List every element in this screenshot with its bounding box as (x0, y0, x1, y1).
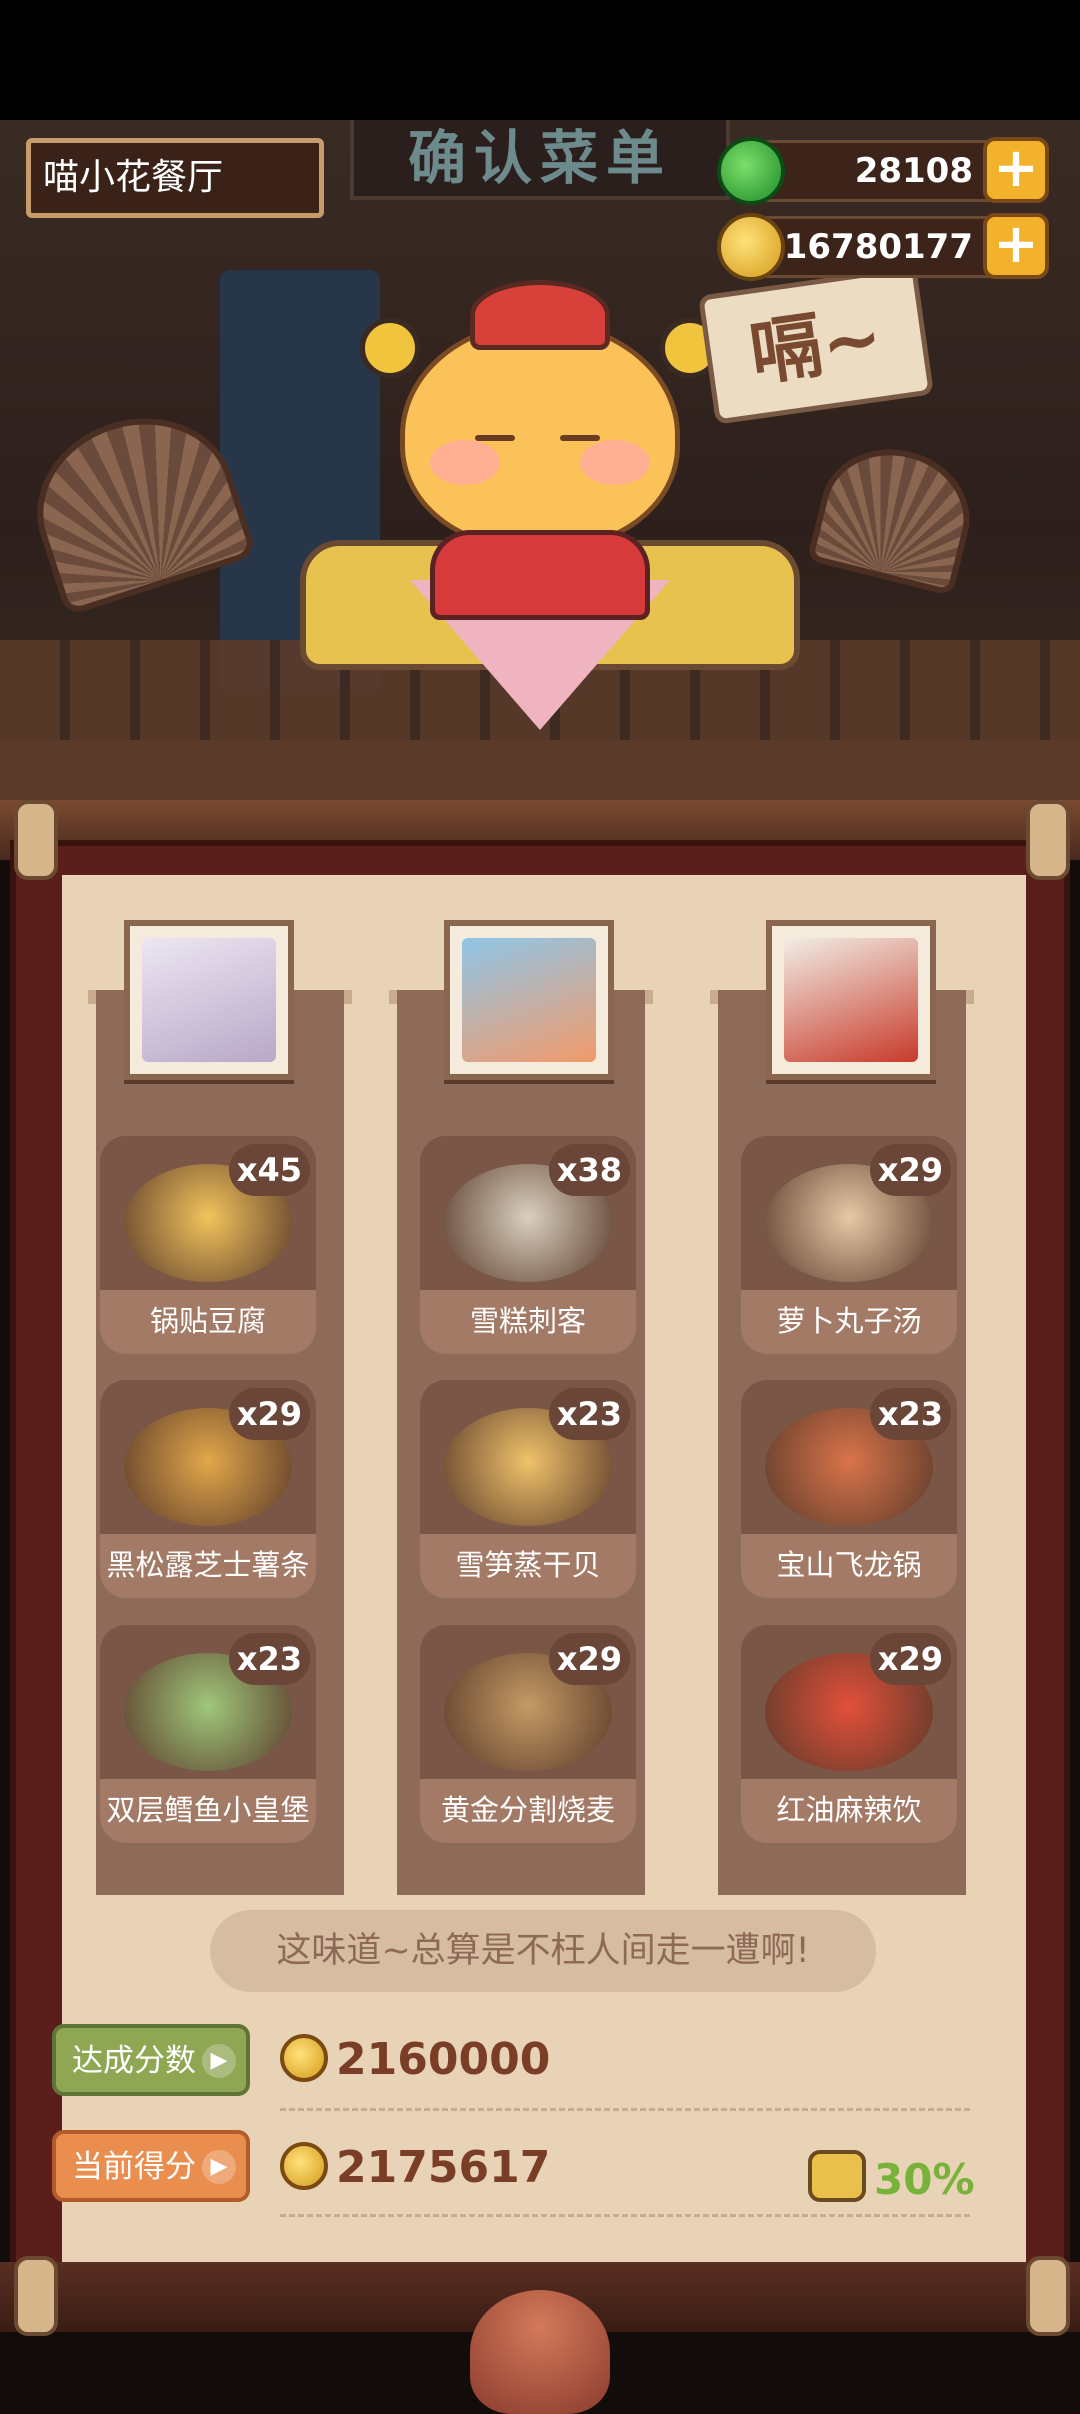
dish-card[interactable]: x45 锅贴豆腐 (100, 1136, 316, 1354)
restaurant-name-box[interactable]: 喵小花餐厅 (26, 138, 324, 218)
menu-sign: 确认菜单 (350, 120, 730, 200)
bonus-percent: 30% (874, 2155, 975, 2204)
add-coins-button[interactable]: + (983, 213, 1049, 279)
status-bar (0, 0, 1080, 120)
mascot-head (400, 320, 680, 550)
dish-quantity: x23 (228, 1633, 310, 1685)
dish-name: 双层鳕鱼小皇堡 (100, 1779, 316, 1843)
dish-card[interactable]: x29 黄金分割烧麦 (420, 1625, 636, 1843)
mascot-cheek (430, 440, 500, 485)
dish-card[interactable]: x38 雪糕刺客 (420, 1136, 636, 1354)
current-score-tag: 当前得分 ▶ (52, 2130, 250, 2202)
chevron-right-icon: ▶ (202, 2044, 236, 2078)
restaurant-name: 喵小花餐厅 (43, 157, 224, 198)
character-portrait[interactable] (124, 920, 294, 1080)
dish-card[interactable]: x29 红油麻辣饮 (741, 1625, 957, 1843)
jade-counter: 28108 + (717, 137, 1049, 205)
dish-name: 红油麻辣饮 (741, 1779, 957, 1843)
dish-card[interactable]: x23 雪笋蒸干贝 (420, 1380, 636, 1598)
character-portrait-silver-hair (142, 938, 276, 1062)
jade-value: 28108 (854, 151, 973, 191)
tassel-ornament-icon (470, 2290, 610, 2414)
comment-text: 这味道~总算是不枉人间走一遭啊! (276, 1931, 810, 1971)
scroll-knob (14, 800, 58, 880)
scroll-knob (14, 2256, 58, 2336)
character-portrait[interactable] (766, 920, 936, 1080)
scroll-knob (1026, 2256, 1070, 2336)
dish-card[interactable]: x29 萝卜丸子汤 (741, 1136, 957, 1354)
coin-icon (280, 2142, 328, 2190)
speech-text: 嗝~ (744, 294, 888, 396)
coin-icon (717, 213, 785, 281)
mascot-character (360, 240, 720, 620)
coin-counter: 16780177 + (717, 213, 1049, 281)
mascot-body (430, 530, 650, 620)
dish-quantity: x29 (228, 1388, 310, 1440)
target-score-label: 达成分数 (72, 2043, 196, 2079)
menu-sign-text: 确认菜单 (407, 124, 672, 192)
current-score-label: 当前得分 (72, 2149, 196, 2185)
chevron-right-icon: ▶ (202, 2150, 236, 2184)
comment-bubble: 这味道~总算是不枉人间走一遭啊! (210, 1910, 876, 1992)
dish-name: 黑松露芝士薯条 (100, 1534, 316, 1598)
dish-quantity: x23 (548, 1388, 630, 1440)
dish-name: 黄金分割烧麦 (420, 1779, 636, 1843)
fan-right-icon (806, 433, 984, 597)
coin-ear-icon (360, 318, 420, 378)
coin-value: 16780177 (783, 227, 973, 267)
dish-name: 宝山飞龙锅 (741, 1534, 957, 1598)
divider (280, 2214, 970, 2217)
jade-icon (717, 137, 785, 205)
dish-card[interactable]: x23 宝山飞龙锅 (741, 1380, 957, 1598)
dish-quantity: x29 (869, 1633, 951, 1685)
counter (0, 740, 1080, 800)
dish-name: 雪笋蒸干贝 (420, 1534, 636, 1598)
target-score-tag: 达成分数 ▶ (52, 2024, 250, 2096)
dish-quantity: x38 (548, 1144, 630, 1196)
character-portrait-white-hair-panda (784, 938, 918, 1062)
current-score-value: 2175617 (336, 2142, 551, 2193)
speech-bubble: 嗝~ (698, 265, 934, 425)
dish-name: 雪糕刺客 (420, 1290, 636, 1354)
dish-quantity: x29 (869, 1144, 951, 1196)
mascot-hat (470, 280, 610, 350)
add-jade-button[interactable]: + (983, 137, 1049, 203)
dish-name: 萝卜丸子汤 (741, 1290, 957, 1354)
bonus-bag-icon (808, 2150, 866, 2202)
dish-quantity: x29 (548, 1633, 630, 1685)
mascot-eye (560, 435, 600, 441)
dish-quantity: x45 (228, 1144, 310, 1196)
dish-quantity: x23 (869, 1388, 951, 1440)
scroll-knob (1026, 800, 1070, 880)
dish-card[interactable]: x23 双层鳕鱼小皇堡 (100, 1625, 316, 1843)
target-score-value: 2160000 (336, 2034, 551, 2085)
current-score: 2175617 (280, 2142, 550, 2193)
mascot-eye (475, 435, 515, 441)
dish-name: 锅贴豆腐 (100, 1290, 316, 1354)
divider (280, 2108, 970, 2111)
coin-icon (280, 2034, 328, 2082)
mascot-cheek (580, 440, 650, 485)
character-portrait[interactable] (444, 920, 614, 1080)
dish-card[interactable]: x29 黑松露芝士薯条 (100, 1380, 316, 1598)
character-portrait-orange-hair (462, 938, 596, 1062)
target-score: 2160000 (280, 2034, 550, 2085)
